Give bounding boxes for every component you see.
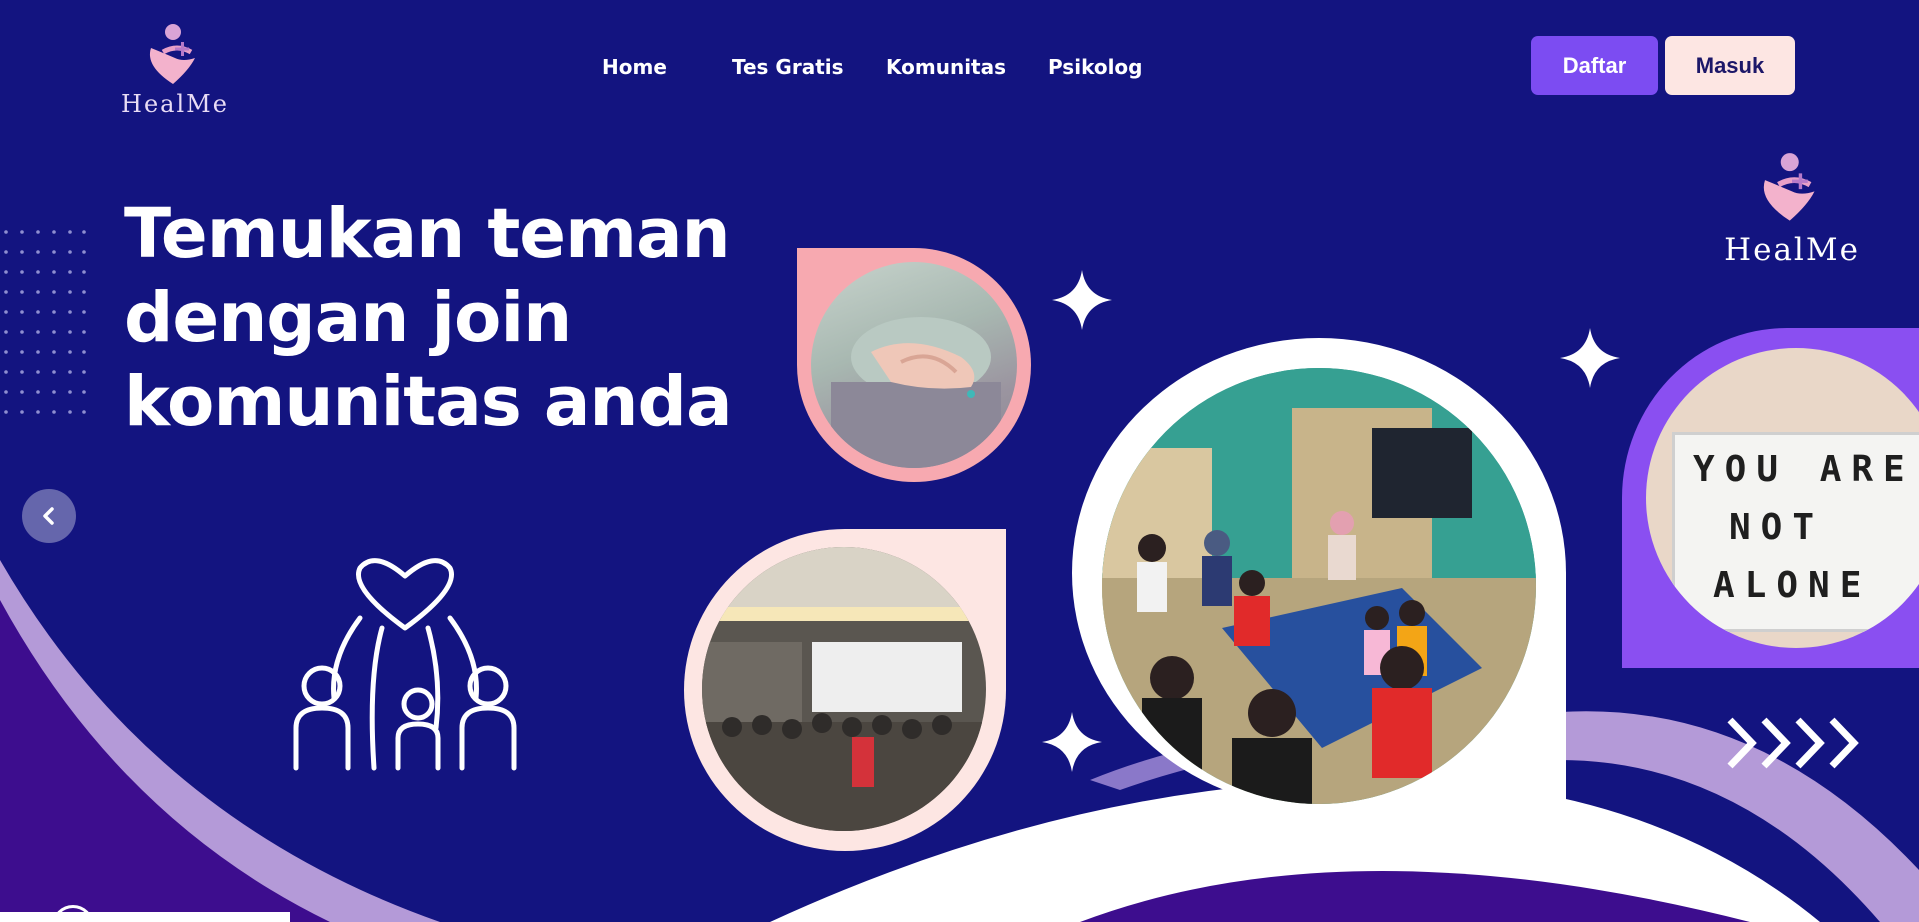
photo-holding-hands bbox=[797, 248, 1031, 482]
brand-name: HealMe bbox=[121, 90, 229, 118]
photo-group-event bbox=[684, 529, 1006, 851]
nav-komunitas[interactable]: Komunitas bbox=[886, 55, 1006, 79]
brand-logo[interactable]: HealMe bbox=[110, 22, 240, 118]
group-illustration bbox=[702, 547, 986, 831]
nav-tes-gratis[interactable]: Tes Gratis bbox=[732, 55, 844, 79]
sparkle-star bbox=[1560, 328, 1620, 388]
hands-illustration bbox=[831, 317, 1001, 468]
heart-plus-icon bbox=[1763, 153, 1815, 221]
register-button[interactable]: Daftar bbox=[1531, 36, 1658, 95]
photo-community-meeting bbox=[1072, 338, 1566, 808]
hero-title-line: Temukan teman bbox=[124, 194, 731, 274]
heart-plus-icon bbox=[149, 24, 195, 84]
chevrons-decoration bbox=[1727, 717, 1859, 769]
hero-title-line: komunitas anda bbox=[124, 362, 733, 442]
hero-section: HealMe Home Tes Gratis Komunitas Psikolo… bbox=[0, 0, 1919, 922]
sign-line: ALONE bbox=[1713, 565, 1872, 606]
prev-slide-button[interactable] bbox=[22, 489, 76, 543]
bottom-bar bbox=[0, 912, 290, 922]
sign-board: YOU ARE NOT ALONE bbox=[1672, 432, 1919, 632]
hero-title-line: dengan join bbox=[124, 278, 572, 358]
login-button[interactable]: Masuk bbox=[1665, 36, 1795, 95]
chevron-left-icon bbox=[43, 507, 54, 525]
sparkle-star bbox=[1052, 270, 1112, 330]
sparkle-star bbox=[1042, 712, 1102, 772]
dot-grid bbox=[4, 230, 86, 414]
hero-title: Temukan teman dengan join komunitas anda bbox=[124, 192, 764, 444]
sign-line: YOU ARE bbox=[1693, 449, 1915, 490]
nav-home[interactable]: Home bbox=[602, 55, 667, 79]
sign-line: NOT bbox=[1729, 507, 1825, 548]
brand-name: HealMe bbox=[1724, 232, 1860, 268]
meeting-illustration bbox=[1102, 368, 1536, 804]
community-heart-icon bbox=[293, 558, 517, 771]
nav-psikolog[interactable]: Psikolog bbox=[1048, 55, 1142, 79]
hero-brand-logo: HealMe bbox=[1712, 150, 1872, 268]
